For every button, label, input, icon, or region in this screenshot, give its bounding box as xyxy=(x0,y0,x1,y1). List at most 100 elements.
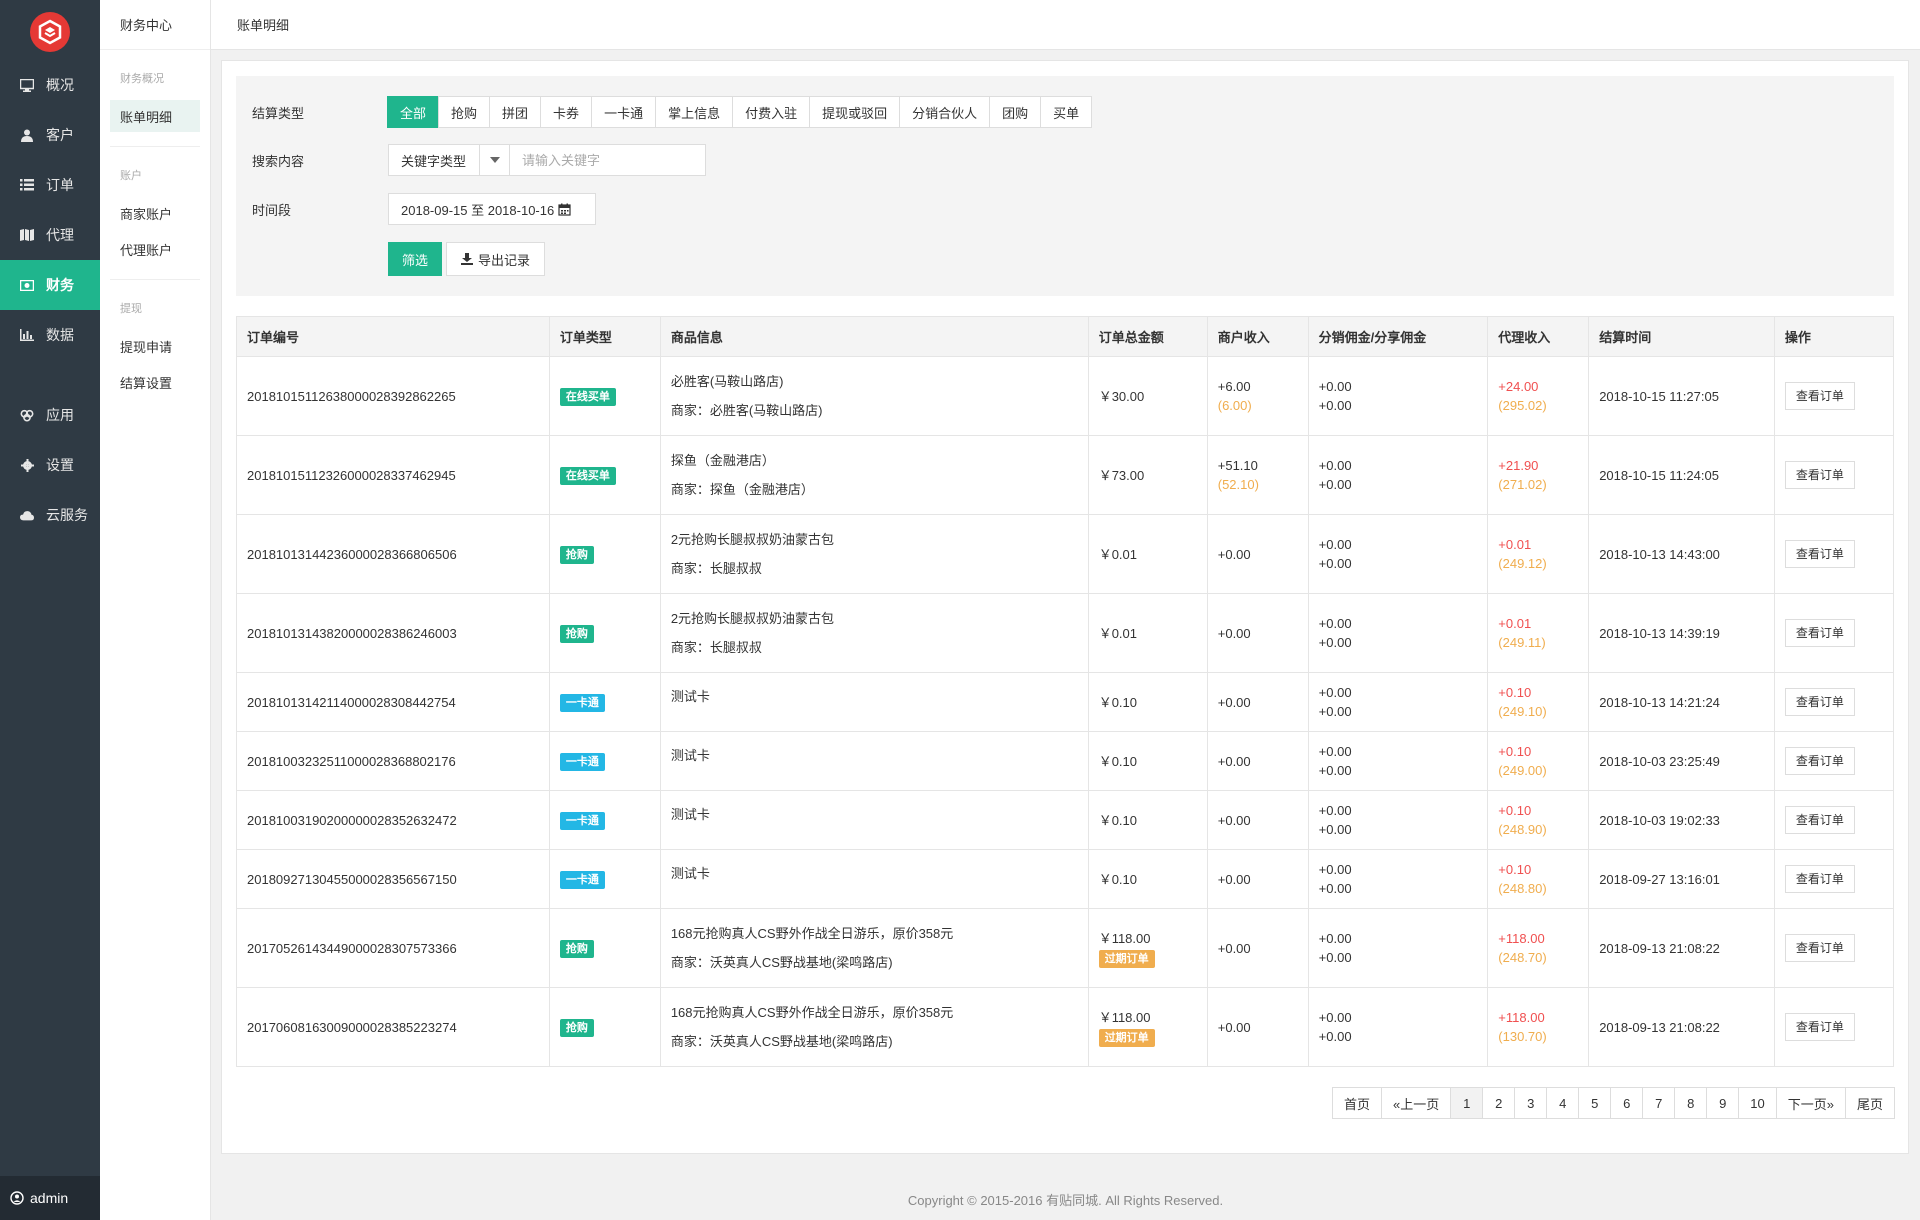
pager-page[interactable]: 4 xyxy=(1546,1087,1580,1119)
order-total-cell: ￥118.00 过期订单 xyxy=(1087,987,1208,1067)
view-order-button[interactable]: 查看订单 xyxy=(1784,688,1855,716)
keyword-input[interactable] xyxy=(510,144,706,176)
view-order-button[interactable]: 查看订单 xyxy=(1784,540,1855,568)
settlement-time-cell: 2018-10-15 11:24:05 xyxy=(1588,435,1775,515)
order-type-cell: 在线买单 xyxy=(548,435,661,515)
order-type-tag: 抢购 xyxy=(559,940,594,958)
subnav-item-settlement-settings[interactable]: 结算设置 xyxy=(110,366,200,398)
type-button[interactable]: 抢购 xyxy=(438,96,491,128)
nav-item-cloud[interactable]: 云服务 xyxy=(0,490,100,540)
goods-info-cell: 2元抢购长腿叔叔奶油蒙古包 商家：长腿叔叔 xyxy=(659,514,1089,594)
column-header: 操作 xyxy=(1773,316,1895,357)
pager-page[interactable]: 8 xyxy=(1674,1087,1708,1119)
view-order-button[interactable]: 查看订单 xyxy=(1784,865,1855,893)
subnav-group-overview: 财务概况 账单明细 xyxy=(110,50,200,147)
nav-item-list[interactable]: 订单 xyxy=(0,160,100,210)
agent-income-cell: +24.00 (295.02) xyxy=(1487,356,1590,436)
distribution-commission: +0.00 xyxy=(1318,685,1352,700)
settlement-time-cell: 2018-09-13 21:08:22 xyxy=(1588,908,1775,988)
type-button[interactable]: 掌上信息 xyxy=(655,96,734,128)
pager-page[interactable]: 3 xyxy=(1514,1087,1548,1119)
merchant-name: 商家：长腿叔叔 xyxy=(670,640,762,655)
type-button[interactable]: 分销合伙人 xyxy=(899,96,991,128)
subnav-item-merchant-account[interactable]: 商家账户 xyxy=(110,197,200,229)
agent-income: +0.01 xyxy=(1498,616,1532,631)
order-type-cell: 抢购 xyxy=(548,514,661,594)
type-button[interactable]: 买单 xyxy=(1040,96,1093,128)
export-button[interactable]: 导出记录 xyxy=(446,242,546,276)
subnav-item-bill-detail[interactable]: 账单明细 xyxy=(110,100,200,132)
order-id-cell: 20181015112326000028337462945 xyxy=(236,435,550,515)
goods-name: 测试卡 xyxy=(670,866,710,881)
pager-last[interactable]: 尾页 xyxy=(1844,1087,1895,1119)
type-button[interactable]: 拼团 xyxy=(489,96,542,128)
action-cell: 查看订单 xyxy=(1773,356,1895,436)
pager-prev[interactable]: «上一页 xyxy=(1381,1087,1452,1119)
view-order-button[interactable]: 查看订单 xyxy=(1784,806,1855,834)
keyword-type-value: 关键字类型 xyxy=(401,153,467,169)
nav-item-monitor[interactable]: 概况 xyxy=(0,60,100,110)
view-order-button[interactable]: 查看订单 xyxy=(1784,1013,1855,1041)
type-button[interactable]: 付费入驻 xyxy=(732,96,811,128)
type-button[interactable]: 卡券 xyxy=(540,96,593,128)
table-row: 20181003190200000028352632472 一卡通 测试卡 ￥0.10… xyxy=(236,790,1895,850)
merchant-name: 商家：长腿叔叔 xyxy=(670,561,762,576)
merchant-income: +0.00 xyxy=(1217,625,1251,641)
agent-balance: (248.90) xyxy=(1498,822,1547,837)
view-order-button[interactable]: 查看订单 xyxy=(1784,461,1855,489)
nav-item-apps[interactable]: 应用 xyxy=(0,390,100,440)
distribution-cell: +0.00 +0.00 xyxy=(1307,908,1489,988)
type-button[interactable]: 一卡通 xyxy=(591,96,657,128)
type-button[interactable]: 全部 xyxy=(387,96,440,128)
pager-page[interactable]: 2 xyxy=(1482,1087,1516,1119)
pager-first[interactable]: 首页 xyxy=(1332,1087,1383,1119)
logo-icon[interactable] xyxy=(30,12,70,52)
main-nav: 概况 客户订单代理 财务 数据应用 设置 云服务 xyxy=(0,60,100,540)
pager-page[interactable]: 1 xyxy=(1450,1087,1484,1119)
nav-item-label: 订单 xyxy=(46,177,74,193)
pager-page[interactable]: 9 xyxy=(1706,1087,1740,1119)
pager-page[interactable]: 7 xyxy=(1642,1087,1676,1119)
order-id-cell: 20180927130455000028356567150 xyxy=(236,849,550,909)
order-id-cell: 201810151126380000283928622​65 xyxy=(236,356,550,436)
view-order-button[interactable]: 查看订单 xyxy=(1784,747,1855,775)
share-commission: +0.00 xyxy=(1318,822,1352,837)
type-button[interactable]: 团购 xyxy=(989,96,1042,128)
topbar: 账单明细 xyxy=(211,0,1920,50)
type-button[interactable]: 提现或驳回 xyxy=(809,96,901,128)
pager-next[interactable]: 下一页» xyxy=(1775,1087,1846,1119)
order-total-cell: ￥118.00 过期订单 xyxy=(1087,908,1208,988)
admin-user[interactable]: admin xyxy=(0,1176,100,1220)
merchant-income-cell: +0.00 xyxy=(1206,593,1309,673)
share-commission: +0.00 xyxy=(1318,950,1352,965)
agent-income: +0.10 xyxy=(1498,862,1532,877)
subnav-item-withdraw-request[interactable]: 提现申请 xyxy=(110,330,200,362)
filter-row-period: 时间段 2018-09-15 至 2018-10-16 xyxy=(252,193,596,225)
cloud-icon xyxy=(20,508,34,522)
order-type-tag: 抢购 xyxy=(559,546,594,564)
nav-item-money[interactable]: 财务 xyxy=(0,260,100,310)
goods-info-cell: 必胜客(马鞍山路店) 商家：必胜客(马鞍山路店) xyxy=(659,356,1089,436)
goods-info-cell: 测试卡 xyxy=(659,790,1089,850)
view-order-button[interactable]: 查看订单 xyxy=(1784,619,1855,647)
nav-item-bar-chart[interactable]: 数据 xyxy=(0,310,100,360)
merchant-income: +0.00 xyxy=(1217,694,1251,710)
nav-item-user[interactable]: 客户 xyxy=(0,110,100,160)
order-id-cell: 20181013142114000028308442754 xyxy=(236,672,550,732)
subnav-item-agent-account[interactable]: 代理账户 xyxy=(110,233,200,265)
nav-item-map[interactable]: 代理 xyxy=(0,210,100,260)
distribution-cell: +0.00 +0.00 xyxy=(1307,987,1489,1067)
view-order-button[interactable]: 查看订单 xyxy=(1784,382,1855,410)
goods-info-cell: 2元抢购长腿叔叔奶油蒙古包 商家：长腿叔叔 xyxy=(659,593,1089,673)
pager-page[interactable]: 5 xyxy=(1578,1087,1612,1119)
view-order-button[interactable]: 查看订单 xyxy=(1784,934,1855,962)
nav-item-gear[interactable]: 设置 xyxy=(0,440,100,490)
date-range-picker[interactable]: 2018-09-15 至 2018-10-16 xyxy=(388,193,596,225)
agent-income-cell: +21.90 (271.02) xyxy=(1487,435,1590,515)
filter-button[interactable]: 筛选 xyxy=(388,242,443,276)
pager-page[interactable]: 6 xyxy=(1610,1087,1644,1119)
distribution-cell: +0.00 +0.00 xyxy=(1307,849,1489,909)
pager-page[interactable]: 10 xyxy=(1738,1087,1777,1119)
goods-name: 168元抢购真人CS野外作战全日游乐，原价358元 xyxy=(670,1005,954,1020)
keyword-type-select[interactable]: 关键字类型 xyxy=(388,144,510,176)
